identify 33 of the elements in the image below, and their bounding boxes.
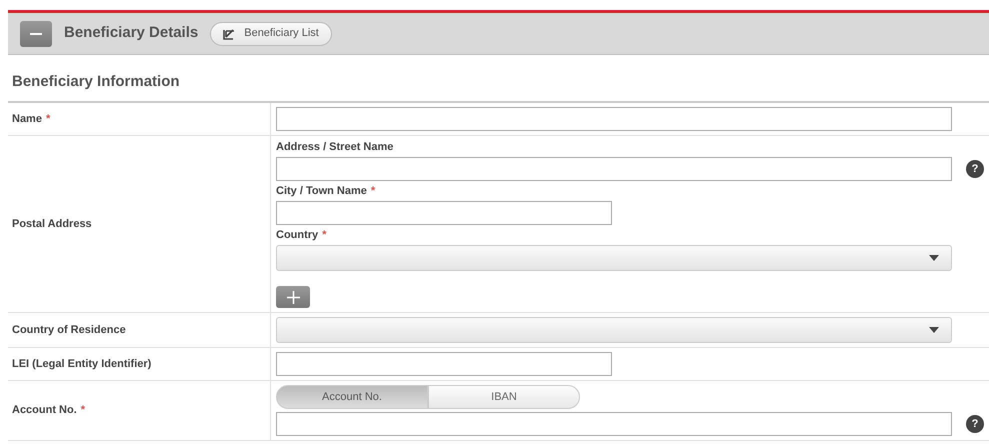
field-label: Country (276, 228, 318, 242)
minus-icon (30, 32, 42, 34)
row-label: Name (12, 112, 42, 127)
required-mark: * (80, 403, 86, 418)
text-field[interactable] (276, 201, 612, 225)
help-icon[interactable]: ? (966, 160, 984, 178)
help-icon[interactable]: ? (966, 415, 984, 433)
beneficiary-list-button[interactable]: Beneficiary List (210, 22, 332, 46)
panel-title: Beneficiary Details (64, 23, 198, 44)
row-label: Postal Address (12, 216, 92, 232)
dropdown-arrow-icon (929, 327, 939, 333)
row-label: Country of Residence (12, 322, 126, 338)
text-field[interactable] (276, 107, 952, 131)
plus-icon (286, 290, 300, 304)
field-label: City / Town Name (276, 184, 367, 198)
dropdown-arrow-icon (929, 255, 939, 261)
row-label: Account No. (12, 403, 77, 418)
collapse-button[interactable] (20, 20, 52, 46)
text-field[interactable] (276, 157, 952, 181)
add-button[interactable] (276, 286, 310, 308)
required-mark: * (46, 112, 50, 127)
required-mark: * (322, 228, 326, 242)
edit-icon (223, 28, 236, 40)
dropdown-field[interactable] (276, 245, 952, 271)
row-label: LEI (Legal Entity Identifier) (12, 356, 152, 372)
dropdown-field[interactable] (276, 317, 952, 343)
section-title: Beneficiary Information (12, 72, 180, 92)
toggle-option[interactable]: IBAN (428, 385, 580, 409)
toggle-option[interactable]: Account No. (276, 385, 428, 409)
field-label: Address / Street Name (276, 140, 394, 154)
text-field[interactable] (276, 412, 952, 436)
required-mark: * (370, 184, 376, 198)
text-field[interactable] (276, 352, 612, 376)
